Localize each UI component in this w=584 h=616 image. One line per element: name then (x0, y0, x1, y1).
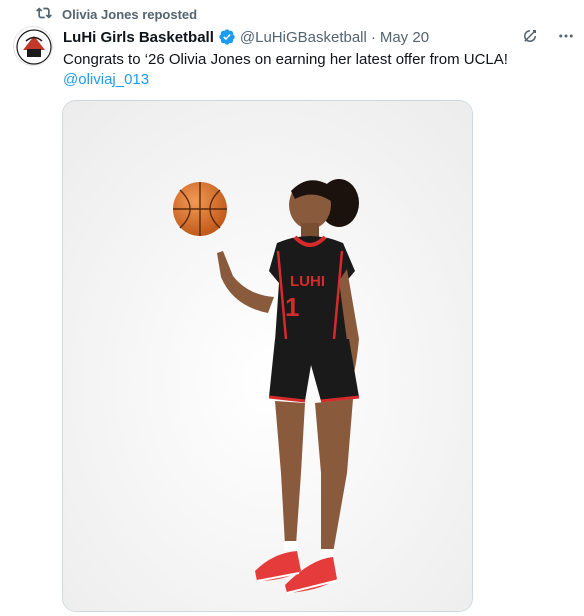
tweet-top-actions (520, 26, 576, 46)
basketball (173, 182, 227, 236)
repost-context[interactable]: Olivia Jones reposted (36, 4, 197, 24)
jersey-text: LUHI (290, 273, 325, 290)
author-avatar[interactable] (13, 26, 53, 66)
author-display-name[interactable]: LuHi Girls Basketball (63, 29, 214, 46)
tweet-body: Congrats to ‘26 Olivia Jones on earning … (63, 51, 508, 68)
post-date[interactable]: May 20 (380, 29, 429, 46)
team-logo-avatar (14, 27, 52, 65)
grok-icon[interactable] (520, 26, 540, 46)
player-photo: LUHI 1 (63, 101, 472, 611)
verified-badge-icon[interactable] (218, 28, 236, 46)
tweet-text: Congrats to ‘26 Olivia Jones on earning … (63, 50, 563, 90)
more-icon[interactable] (556, 26, 576, 46)
repost-icon (36, 5, 52, 24)
author-handle[interactable]: @LuHiGBasketball (240, 29, 367, 46)
tweet-header: LuHi Girls Basketball @LuHiGBasketball ·… (63, 26, 429, 48)
separator-dot: · (370, 28, 376, 46)
jersey-number: 1 (285, 292, 299, 322)
mention-link[interactable]: @oliviaj_013 (63, 70, 563, 90)
repost-label: Olivia Jones reposted (62, 6, 198, 22)
tweet-media[interactable]: LUHI 1 (62, 100, 473, 612)
